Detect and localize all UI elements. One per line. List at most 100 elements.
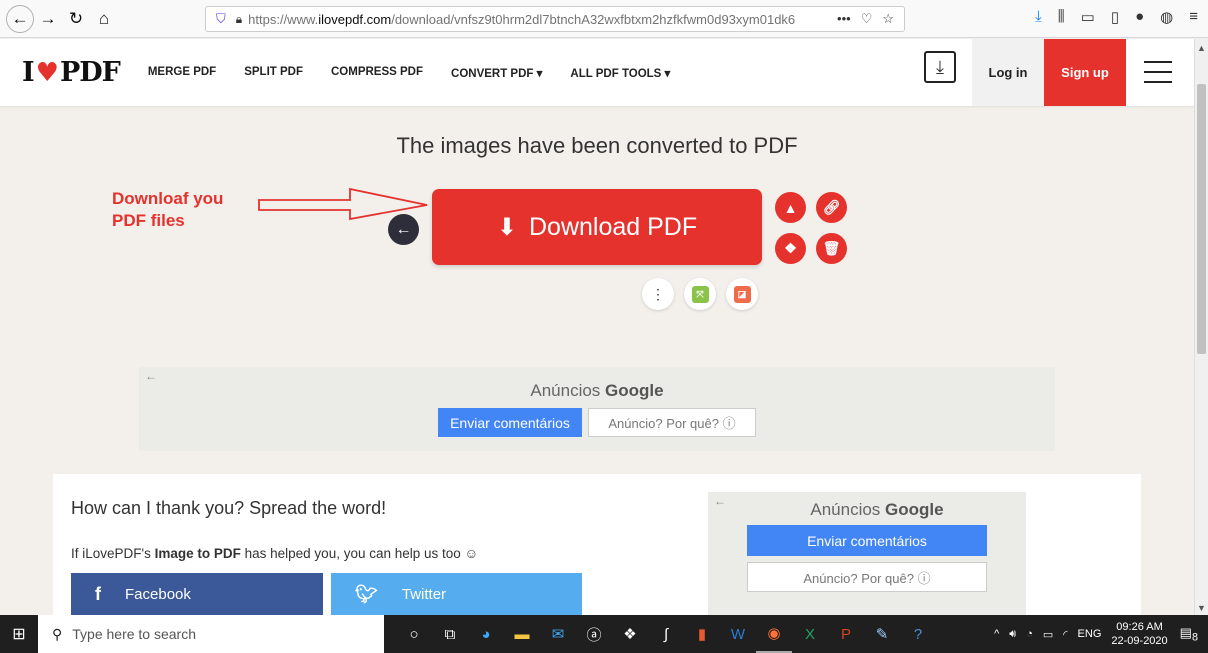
downloads-icon[interactable]: ⤓ [1035, 8, 1042, 26]
nav-merge-pdf[interactable]: MERGE PDF [148, 66, 216, 80]
link-icon[interactable]: 🔗︎ [816, 192, 847, 223]
back-arrow-button[interactable]: ← [388, 214, 419, 245]
pocket-icon[interactable]: ♡ [861, 11, 873, 27]
scroll-down-icon[interactable]: ▼ [1197, 603, 1206, 613]
sidebar-icon[interactable]: ▭ [1081, 8, 1095, 26]
page-scrollbar[interactable]: ▲ ▼ [1194, 39, 1208, 615]
facebook-share-button[interactable]: f Facebook [71, 573, 323, 615]
url-text[interactable]: https://www.ilovepdf.com/download/vnfsz9… [248, 12, 837, 27]
search-icon: ⚲ [52, 625, 63, 642]
volume-icon[interactable]: 🔊︎ [1009, 628, 1016, 641]
lock-icon[interactable]: 🔒︎ [236, 12, 242, 27]
scroll-up-icon[interactable]: ▲ [1197, 43, 1206, 53]
login-button[interactable]: Log in [972, 39, 1044, 106]
twitter-share-button[interactable]: 🐦︎ Twitter [331, 573, 582, 615]
card-title: How can I thank you? Spread the word! [71, 498, 387, 518]
taskbar-search-input[interactable]: ⚲ Type here to search [38, 615, 384, 653]
nav-convert-pdf[interactable]: CONVERT PDF ▾ [451, 66, 542, 80]
dropbox-icon[interactable]: ❖ [775, 233, 806, 264]
app-icon[interactable]: ∫ [648, 615, 684, 653]
paint-icon[interactable]: ✎ [864, 615, 900, 653]
more-options-icon[interactable]: ⋮ [642, 278, 674, 310]
logo-text: PDF [59, 57, 121, 88]
download-label: Download PDF [528, 212, 698, 241]
card-description: If iLovePDF's Image to PDF has helped yo… [71, 546, 479, 561]
signup-button[interactable]: Sign up [1044, 39, 1126, 106]
back-icon[interactable]: ← [6, 4, 34, 33]
app-menu-icon[interactable]: ≡ [1189, 8, 1198, 26]
network-icon[interactable]: ◔ [1026, 628, 1033, 640]
compress-icon[interactable]: ⤧ [684, 278, 716, 310]
windows-start-icon[interactable]: ⊞ [0, 615, 38, 653]
library-icon[interactable]: ⫼ [1058, 8, 1065, 26]
dropbox-taskbar-icon[interactable]: ❖ [612, 615, 648, 653]
ad-title: Anúncios Google [530, 381, 664, 400]
page-actions-icon[interactable]: ••• [837, 11, 851, 27]
spread-word-card: How can I thank you? Spread the word! If… [53, 474, 1141, 615]
nav-all-pdf-tools[interactable]: ALL PDF TOOLS ▾ [570, 66, 670, 80]
download-pdf-button[interactable]: ⬇ Download PDF [432, 189, 762, 265]
excel-icon[interactable]: X [792, 615, 828, 653]
clock[interactable]: 09:26 AM 22-09-2020 [1111, 620, 1167, 648]
hamburger-menu-icon[interactable] [1144, 61, 1172, 83]
globe-icon[interactable]: ◍ [1160, 8, 1173, 26]
delete-icon[interactable]: 🗑︎ [816, 233, 847, 264]
language-indicator[interactable]: ENG [1078, 628, 1102, 640]
annotation-line-2: PDF files [112, 211, 185, 230]
file-explorer-icon[interactable]: ▬ [504, 615, 540, 653]
annotation-text: Downloaf you PDF files [112, 188, 223, 232]
search-placeholder: Type here to search [72, 626, 197, 642]
clock-date: 22-09-2020 [1111, 635, 1168, 647]
bookmark-star-icon[interactable]: ☆ [882, 11, 894, 27]
desktop-app-icon[interactable]: ⤓ [924, 51, 956, 83]
facebook-icon: f [95, 583, 101, 604]
ad-feedback-button[interactable]: Enviar comentários [438, 408, 582, 437]
word-icon[interactable]: W [720, 615, 756, 653]
tray-chevron-icon[interactable]: ^ [994, 628, 999, 640]
windows-taskbar: ⊞ ⚲ Type here to search ○ ⧉ ◕ ▬ ✉ ⓐ ❖ ∫ … [0, 615, 1208, 653]
reload-icon[interactable]: ↻ [62, 5, 90, 33]
nav-compress-pdf[interactable]: COMPRESS PDF [331, 66, 423, 80]
ad-why-button[interactable]: Anúncio? Por quê? ⓘ [588, 408, 756, 437]
twitter-label: Twitter [401, 585, 447, 603]
google-ad-side: ← Anúncios Google Enviar comentários Anú… [708, 492, 1026, 615]
mail-icon[interactable]: ✉ [540, 615, 576, 653]
twitter-icon: 🐦︎ [355, 583, 378, 604]
office-icon[interactable]: ▮ [684, 615, 720, 653]
tracking-shield-icon[interactable]: ⛉ [216, 11, 226, 27]
battery-icon[interactable]: ▭ [1043, 628, 1053, 641]
cortana-icon[interactable]: ○ [396, 615, 432, 653]
scroll-thumb[interactable] [1197, 84, 1206, 354]
ilovepdf-logo[interactable]: I ♥ PDF [22, 57, 121, 88]
forward-icon[interactable]: → [34, 5, 62, 33]
notification-count: 8 [1191, 631, 1198, 644]
google-ad-banner: ← Anúncios Google Enviar comentários Anú… [139, 367, 1055, 451]
ad-title: Anúncios Google [810, 500, 944, 519]
task-view-icon[interactable]: ⧉ [432, 615, 468, 653]
browser-toolbar: ← → ↻ ⌂ ⛉ 🔒︎ https://www.ilovepdf.com/do… [0, 0, 1208, 38]
ad-feedback-button[interactable]: Enviar comentários [747, 525, 987, 556]
system-tray: ^ 🔊︎ ◔ ▭ ◜ ENG 09:26 AM 22-09-2020 ▤8 [994, 615, 1208, 653]
download-icon: ⬇ [496, 213, 517, 241]
annotation-line-1: Downloaf you [112, 189, 224, 208]
notification-center-icon[interactable]: ▤8 [1180, 625, 1198, 644]
split-icon[interactable]: ◪ [726, 278, 758, 310]
wifi-icon[interactable]: ◜ [1063, 628, 1067, 641]
facebook-label: Facebook [125, 585, 191, 603]
clock-time: 09:26 AM [1116, 621, 1163, 633]
heart-icon: ♥ [35, 57, 59, 88]
extension-icon[interactable]: ● [1135, 8, 1144, 26]
firefox-icon[interactable]: ◉ [756, 615, 792, 653]
ad-why-button[interactable]: Anúncio? Por quê? ⓘ [747, 562, 987, 592]
google-drive-icon[interactable]: ▲ [775, 192, 806, 223]
home-icon[interactable]: ⌂ [90, 5, 118, 33]
reader-icon[interactable]: ▯ [1111, 8, 1119, 26]
nav-split-pdf[interactable]: SPLIT PDF [244, 66, 303, 80]
address-bar[interactable]: ⛉ 🔒︎ https://www.ilovepdf.com/download/v… [205, 6, 905, 32]
logo-letter: I [22, 57, 35, 88]
amazon-icon[interactable]: ⓐ [576, 615, 612, 653]
edge-icon[interactable]: ◕ [468, 615, 504, 653]
help-icon[interactable]: ? [900, 615, 936, 653]
powerpoint-icon[interactable]: P [828, 615, 864, 653]
site-header: I ♥ PDF MERGE PDF SPLIT PDF COMPRESS PDF C… [0, 39, 1194, 106]
